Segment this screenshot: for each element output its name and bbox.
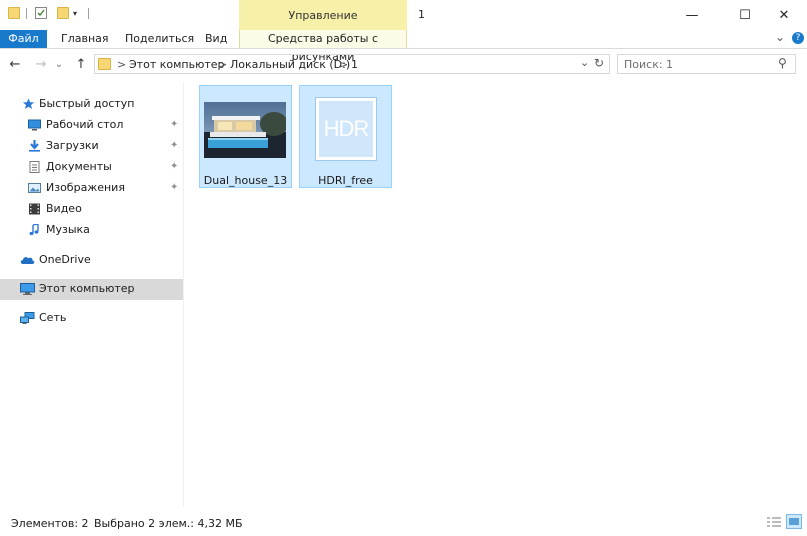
desktop-icon xyxy=(28,119,41,131)
close-button[interactable]: ✕ xyxy=(761,0,807,30)
address-dropdown-icon[interactable]: ⌄ xyxy=(580,56,589,69)
search-icon[interactable]: ⚲ xyxy=(778,56,787,70)
pictures-icon xyxy=(28,183,41,193)
music-icon xyxy=(29,224,39,236)
sidebar-item-documents[interactable]: Документы ✦ xyxy=(0,157,183,178)
file-name: HDRI_free xyxy=(318,174,373,187)
sidebar-item-videos[interactable]: Видео xyxy=(0,199,183,220)
computer-icon xyxy=(20,283,35,295)
sidebar-item-desktop[interactable]: Рабочий стол ✦ xyxy=(0,115,183,136)
minimize-button[interactable]: — xyxy=(669,0,715,30)
tab-view[interactable]: Вид xyxy=(205,30,227,48)
breadcrumb-separator: > xyxy=(218,58,228,71)
sidebar-item-pictures[interactable]: Изображения ✦ xyxy=(0,178,183,199)
file-name: Dual_house_13 xyxy=(203,174,288,187)
ribbon-expand-icon[interactable]: ⌄ xyxy=(775,30,785,44)
divider xyxy=(88,8,89,19)
pin-icon[interactable]: ✦ xyxy=(170,161,178,172)
download-icon xyxy=(29,140,40,152)
search-placeholder: Поиск: 1 xyxy=(624,58,674,71)
pin-icon[interactable]: ✦ xyxy=(170,119,178,130)
tab-file[interactable]: Файл xyxy=(0,30,47,48)
tab-share[interactable]: Поделиться xyxy=(125,30,194,48)
breadcrumb-separator: > xyxy=(339,58,349,71)
documents-icon xyxy=(29,161,40,173)
hdr-file-icon: HDR xyxy=(315,97,377,161)
breadcrumb-this-pc[interactable]: Этот компьютер xyxy=(129,58,225,71)
breadcrumb-separator: > xyxy=(117,58,127,71)
help-icon[interactable]: ? xyxy=(792,32,804,44)
recent-locations-button[interactable]: ⌄ xyxy=(50,55,68,73)
new-folder-icon[interactable] xyxy=(57,7,69,19)
sidebar-item-this-pc[interactable]: Этот компьютер xyxy=(0,279,183,300)
star-icon xyxy=(22,98,35,109)
window-title: 1 xyxy=(418,8,425,21)
file-tile[interactable]: Dual_house_13 xyxy=(199,85,292,188)
navigation-pane: Быстрый доступ Рабочий стол ✦ Загрузки ✦… xyxy=(0,82,184,507)
file-tile[interactable]: HDR HDRI_free xyxy=(299,85,392,188)
pin-icon[interactable]: ✦ xyxy=(170,182,178,193)
status-item-count: Элементов: 2 xyxy=(11,517,89,530)
sidebar-item-network[interactable]: Сеть xyxy=(0,308,183,329)
up-button[interactable]: ↑ xyxy=(72,55,90,73)
address-bar[interactable]: > Этот компьютер > Локальный диск (D:) >… xyxy=(94,54,610,74)
breadcrumb-drive-d[interactable]: Локальный диск (D:) xyxy=(230,58,350,71)
breadcrumb-folder-1[interactable]: 1 xyxy=(351,58,358,71)
search-input[interactable]: Поиск: 1 ⚲ xyxy=(617,54,796,74)
tab-picture-tools[interactable]: Средства работы с рисунками xyxy=(239,30,407,63)
refresh-icon[interactable]: ↻ xyxy=(594,56,604,70)
properties-icon[interactable] xyxy=(35,7,47,19)
forward-button[interactable]: → xyxy=(32,55,50,73)
manage-contextual-tab[interactable]: Управление xyxy=(239,0,407,30)
sidebar-item-onedrive[interactable]: OneDrive xyxy=(0,250,183,271)
folder-icon xyxy=(8,7,20,19)
customize-toolbar-icon[interactable]: ▾ xyxy=(73,9,77,18)
sidebar-item-downloads[interactable]: Загрузки ✦ xyxy=(0,136,183,157)
tab-home[interactable]: Главная xyxy=(61,30,109,48)
status-selection: Выбрано 2 элем.: 4,32 МБ xyxy=(94,517,243,530)
divider xyxy=(26,8,27,19)
sidebar-item-music[interactable]: Музыка xyxy=(0,220,183,241)
details-view-icon[interactable] xyxy=(767,516,781,528)
sidebar-item-quick-access[interactable]: Быстрый доступ xyxy=(0,94,183,115)
cloud-icon xyxy=(20,257,35,264)
network-icon xyxy=(20,312,35,324)
hdr-badge: HDR xyxy=(319,101,373,157)
large-icons-view-icon[interactable] xyxy=(786,514,802,529)
pin-icon[interactable]: ✦ xyxy=(170,140,178,151)
house-photo-thumbnail xyxy=(204,102,286,158)
folder-icon xyxy=(98,58,111,70)
video-icon xyxy=(29,203,40,215)
back-button[interactable]: ← xyxy=(6,55,24,73)
